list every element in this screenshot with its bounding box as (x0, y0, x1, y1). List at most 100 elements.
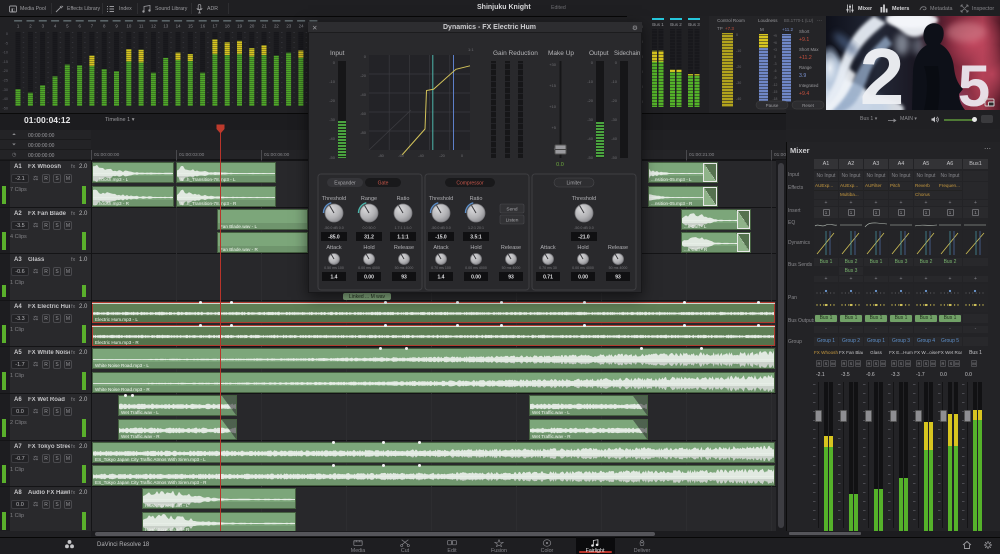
svg-text:-30: -30 (329, 117, 336, 122)
svg-text:-5: -5 (5, 41, 8, 45)
svg-text:-80: -80 (378, 153, 385, 158)
svg-text:+7.3: +7.3 (725, 26, 734, 31)
svg-text:50 ms 4000: 50 ms 4000 (609, 266, 628, 270)
svg-text:-6: -6 (773, 69, 776, 73)
svg-text:+9.1: +9.1 (799, 37, 809, 43)
svg-text:0.00: 0.00 (364, 275, 374, 281)
svg-text:-15: -15 (3, 60, 9, 64)
svg-text:0.71: 0.71 (543, 275, 553, 281)
svg-text:Range: Range (799, 65, 812, 70)
svg-text:20: 20 (249, 24, 254, 29)
svg-text:1.1:1: 1.1:1 (397, 235, 409, 241)
svg-text:-50.0 dB 0.0: -50.0 dB 0.0 (324, 226, 344, 230)
svg-text:19: 19 (237, 24, 242, 29)
svg-text:Bus 2: Bus 2 (670, 22, 682, 27)
svg-text:⋯: ⋯ (817, 18, 822, 24)
svg-text:-40: -40 (587, 136, 594, 141)
svg-text:-20: -20 (736, 65, 741, 69)
svg-text:0: 0 (774, 55, 776, 59)
svg-text:+10: +10 (549, 104, 557, 109)
svg-text:-50: -50 (611, 155, 618, 160)
svg-text:18: 18 (225, 24, 230, 29)
svg-text:-60: -60 (398, 153, 405, 158)
svg-text:Sidechain: Sidechain (614, 51, 640, 57)
svg-text:0: 0 (461, 153, 464, 158)
svg-text:-50: -50 (329, 155, 336, 160)
svg-text:-9: -9 (773, 76, 776, 80)
svg-text:-10: -10 (3, 51, 9, 55)
svg-text:50 ms 4000: 50 ms 4000 (502, 266, 521, 270)
svg-text:93: 93 (401, 275, 407, 281)
svg-text:-20: -20 (360, 73, 367, 78)
svg-text:-50.0 dB 0.0: -50.0 dB 0.0 (574, 226, 594, 230)
svg-text:0.00 ms 4000: 0.00 ms 4000 (358, 266, 380, 270)
svg-text:Ratio: Ratio (397, 196, 410, 202)
svg-text:14: 14 (176, 24, 181, 29)
svg-text:+6: +6 (773, 41, 777, 45)
svg-text:Short Max: Short Max (799, 47, 819, 52)
svg-text:-21.0: -21.0 (578, 235, 590, 241)
svg-text:Bus 1: Bus 1 (652, 22, 664, 27)
svg-text:Bus 3: Bus 3 (688, 22, 700, 27)
svg-text:Hold: Hold (470, 245, 481, 251)
svg-text:1.2:1 20:1: 1.2:1 20:1 (468, 226, 484, 230)
svg-text:-80: -80 (360, 130, 367, 135)
svg-text:Make Up: Make Up (548, 50, 574, 57)
svg-text:-20: -20 (439, 153, 446, 158)
svg-text:Gate: Gate (378, 181, 389, 187)
svg-text:0: 0 (6, 32, 8, 36)
svg-text:M: M (760, 27, 764, 32)
svg-text:0: 0 (364, 54, 367, 59)
svg-text:-40: -40 (3, 97, 9, 101)
svg-text:-30: -30 (611, 117, 618, 122)
svg-text:0.00: 0.00 (578, 275, 588, 281)
svg-text:Listen: Listen (506, 218, 519, 224)
svg-text:Hold: Hold (363, 245, 374, 251)
svg-text:Threshold: Threshold (322, 196, 346, 202)
svg-text:0: 0 (591, 60, 594, 65)
svg-text:Range: Range (361, 196, 377, 202)
svg-text:-10: -10 (329, 79, 336, 84)
svg-text:50 ms 4000: 50 ms 4000 (395, 266, 414, 270)
svg-text:-25: -25 (3, 79, 9, 83)
svg-text:Gain Reduction: Gain Reduction (493, 50, 538, 57)
svg-text:-30: -30 (736, 81, 741, 85)
svg-text:◧: ◧ (11, 7, 15, 12)
svg-text:Release: Release (394, 245, 414, 251)
svg-text:0.00: 0.00 (471, 275, 481, 281)
svg-text:0: 0 (333, 60, 336, 65)
svg-text:-60: -60 (360, 111, 367, 116)
svg-text:-10: -10 (736, 49, 741, 53)
svg-text:Integrated: Integrated (799, 83, 819, 88)
svg-text:0: 0 (736, 33, 738, 37)
svg-text:3.5:1: 3.5:1 (470, 235, 482, 241)
svg-text:Threshold: Threshold (429, 196, 453, 202)
svg-text:Release: Release (608, 245, 628, 251)
svg-text:Control Room: Control Room (717, 18, 745, 23)
svg-text:Reset: Reset (802, 103, 815, 108)
svg-text:-50: -50 (3, 106, 9, 110)
svg-text:0.50 ms 100: 0.50 ms 100 (324, 266, 344, 270)
svg-text:Send: Send (506, 207, 518, 213)
svg-text:-10: -10 (587, 79, 594, 84)
svg-text:0.70 ms 100: 0.70 ms 100 (431, 266, 451, 270)
svg-text:-40: -40 (360, 92, 367, 97)
svg-text:Release: Release (501, 245, 521, 251)
svg-text:0.00 ms 4000: 0.00 ms 4000 (465, 266, 487, 270)
svg-text:Attack: Attack (433, 245, 449, 251)
svg-text:-30: -30 (587, 117, 594, 122)
svg-text:-20: -20 (329, 98, 336, 103)
svg-text:0.00 ms 4000: 0.00 ms 4000 (572, 266, 594, 270)
svg-text:0: 0 (615, 60, 618, 65)
svg-text:-40: -40 (418, 153, 425, 158)
svg-text:23: 23 (286, 24, 291, 29)
svg-text:-85.0: -85.0 (328, 235, 340, 241)
svg-text:Pause: Pause (766, 103, 779, 108)
svg-text:2: 2 (860, 32, 905, 110)
svg-text:-40: -40 (736, 97, 741, 101)
svg-text:31.2: 31.2 (364, 235, 374, 241)
svg-text:93: 93 (508, 275, 514, 281)
svg-text:13: 13 (163, 24, 168, 29)
svg-text:12: 12 (151, 24, 156, 29)
svg-text:Attack: Attack (540, 245, 556, 251)
